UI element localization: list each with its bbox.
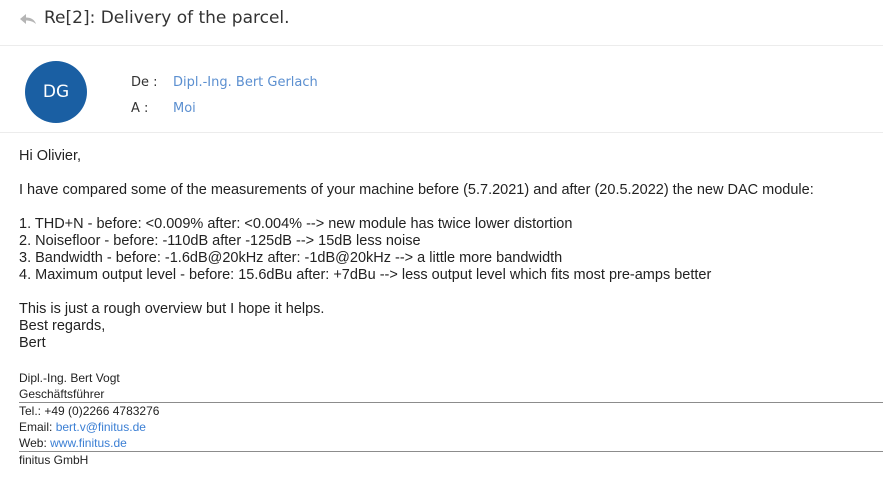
email-header: DG De : Dipl.-Ing. Bert Gerlach A : Moi — [0, 46, 883, 133]
email-subject: Re[2]: Delivery of the parcel. — [44, 8, 290, 28]
avatar: DG — [25, 61, 87, 123]
intro-text: I have compared some of the measurements… — [19, 182, 814, 198]
closing-line: Bert — [19, 335, 46, 351]
list-item: 4. Maximum output level - before: 15.6dB… — [19, 267, 712, 283]
signature-name: Dipl.-Ing. Bert Vogt — [19, 371, 120, 385]
email-link[interactable]: bert.v@finitus.de — [56, 420, 146, 434]
from-label: De : — [131, 75, 158, 90]
web-link[interactable]: www.finitus.de — [50, 436, 127, 450]
list-item: 2. Noisefloor - before: -110dB after -12… — [19, 233, 421, 249]
email-body: Hi Olivier, I have compared some of the … — [19, 148, 879, 352]
list-item: 1. THD+N - before: <0.009% after: <0.004… — [19, 216, 573, 232]
to-name-link[interactable]: Moi — [173, 101, 196, 116]
signature-company: finitus GmbH — [19, 453, 89, 467]
greeting: Hi Olivier, — [19, 148, 82, 164]
reply-icon — [19, 11, 37, 27]
closing-line: Best regards, — [19, 318, 106, 334]
to-label: A : — [131, 101, 149, 116]
closing-line: This is just a rough overview but I hope… — [19, 301, 325, 317]
list-item: 3. Bandwidth - before: -1.6dB@20kHz afte… — [19, 250, 563, 266]
signature-web: Web: www.finitus.de — [19, 436, 127, 450]
signature: Dipl.-Ing. Bert Vogt Geschäftsführer Tel… — [19, 370, 883, 468]
signature-email: Email: bert.v@finitus.de — [19, 420, 146, 434]
from-name-link[interactable]: Dipl.-Ing. Bert Gerlach — [173, 75, 318, 90]
signature-role: Geschäftsführer — [19, 387, 105, 401]
signature-tel: Tel.: +49 (0)2266 4783276 — [19, 404, 160, 418]
subject-bar: Re[2]: Delivery of the parcel. — [0, 0, 883, 46]
